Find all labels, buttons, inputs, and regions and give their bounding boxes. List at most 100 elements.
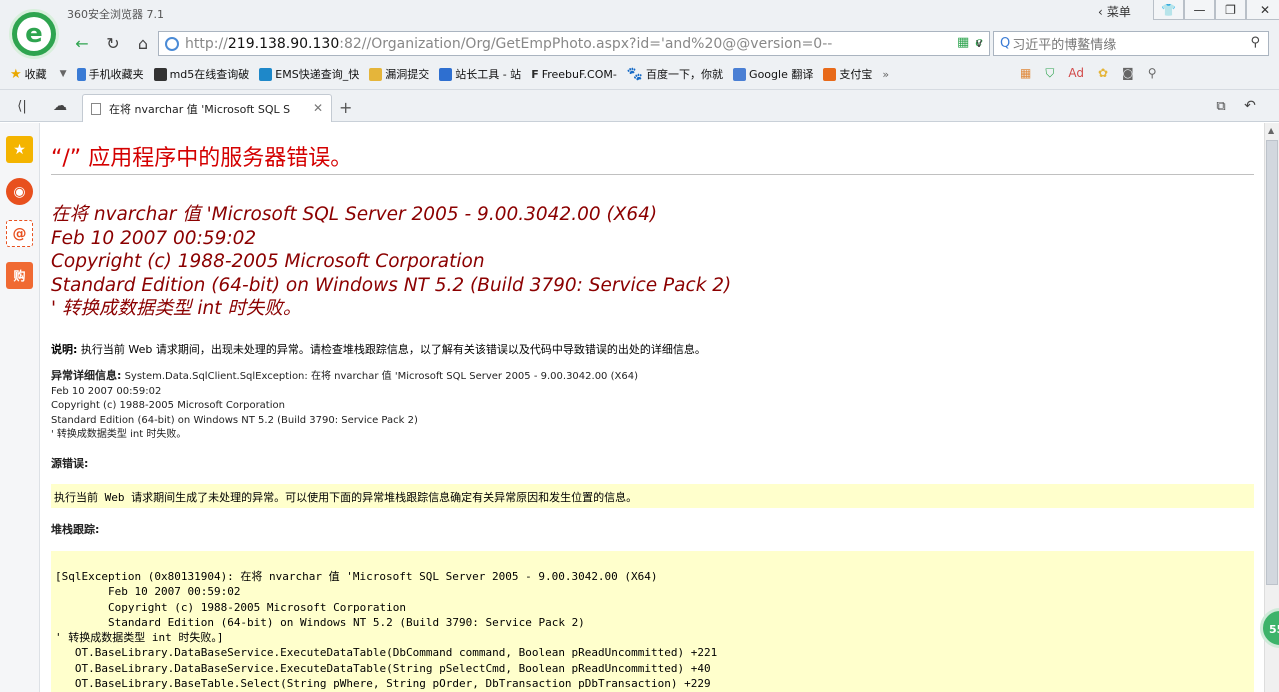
page-content: “/” 应用程序中的服务器错误。 在将 nvarchar 值 'Microsof… <box>51 123 1254 692</box>
exception-line: Copyright (c) 1988-2005 Microsoft Corpor… <box>51 400 285 411</box>
alipay-icon <box>823 67 837 81</box>
favorite-item-ems[interactable]: EMS快递查询_快 <box>259 66 359 82</box>
description: 说明: 执行当前 Web 请求期间，出现未处理的异常。请检查堆栈跟踪信息，以了解… <box>51 341 706 357</box>
favorites-bar: ★ 收藏 ▼ 手机收藏夹 md5在线查询破 EMS快递查询_快 漏洞提交 站长工… <box>0 59 1279 90</box>
close-icon: ✕ <box>1259 2 1271 17</box>
chevron-down-icon: ∨ <box>974 36 984 50</box>
error-line: 在将 nvarchar 值 'Microsoft SQL Server 2005… <box>51 204 658 225</box>
security-icon[interactable]: ⛉ <box>1045 66 1054 81</box>
description-text: 执行当前 Web 请求期间，出现未处理的异常。请检查堆栈跟踪信息，以了解有关该错… <box>77 343 706 356</box>
screenshot-icon[interactable]: ◙ <box>1122 66 1134 81</box>
stack-trace-box: [SqlException (0x80131904): 在将 nvarchar … <box>51 551 1254 692</box>
favorite-item-md5[interactable]: md5在线查询破 <box>153 66 249 82</box>
favorite-item-vuln[interactable]: 漏洞提交 <box>369 66 429 82</box>
minimize-button[interactable]: — <box>1184 0 1215 20</box>
chinaz-icon <box>439 67 453 81</box>
freebuf-icon: F <box>531 67 539 81</box>
favorites-sidebar-icon[interactable]: ★ <box>6 136 33 163</box>
maximize-button[interactable]: ❐ <box>1215 0 1246 20</box>
close-tab-icon[interactable]: ✕ <box>313 101 323 115</box>
email-icon[interactable]: @ <box>6 220 33 247</box>
tab-title: 在将 nvarchar 值 'Microsoft SQL S <box>109 102 291 116</box>
search-icon[interactable]: ⚲ <box>1250 35 1260 50</box>
error-line: Feb 10 2007 00:59:02 <box>51 227 257 249</box>
source-error-box: 执行当前 Web 请求期间生成了未处理的异常。可以使用下面的异常堆栈跟踪信息确定… <box>51 484 1254 508</box>
search-box[interactable]: Q 习近平的博鳌情缘 ⚲ <box>993 31 1269 56</box>
minimize-icon: — <box>1193 2 1206 17</box>
navigation-bar: ← ↻ ⌂ http:// 219.138.90.130 :82//Organi… <box>0 28 1279 59</box>
globe-icon <box>165 36 179 51</box>
description-label: 说明: <box>51 343 78 356</box>
favorite-item-chinaz[interactable]: 站长工具 - 站 <box>439 66 521 82</box>
exception-details: 异常详细信息: System.Data.SqlClient.SqlExcepti… <box>51 369 638 443</box>
favorite-item-alipay[interactable]: 支付宝 <box>823 66 872 82</box>
refresh-button[interactable]: ↻ <box>101 32 125 54</box>
speed-badge[interactable]: 55 <box>1260 608 1279 648</box>
phone-icon <box>76 67 86 81</box>
cloud-icon[interactable]: ☁ <box>48 95 72 117</box>
extension-icon[interactable]: ✿ <box>1098 66 1108 81</box>
skin-button[interactable]: 👕 <box>1153 0 1184 20</box>
chevron-down-icon[interactable]: ▼ <box>60 69 67 79</box>
tab-list-icon[interactable]: ⧉ <box>1209 95 1233 117</box>
exception-line: System.Data.SqlClient.SqlException: 在将 n… <box>121 371 638 382</box>
menu-button[interactable]: ‹ 菜单 <box>1098 3 1131 20</box>
address-dropdown-button[interactable]: ∨ <box>967 32 991 54</box>
ems-icon <box>259 67 273 81</box>
undo-close-icon[interactable]: ↶ <box>1238 95 1262 117</box>
maximize-icon: ❐ <box>1225 2 1236 17</box>
tab-active[interactable]: 在将 nvarchar 值 'Microsoft SQL S ✕ <box>82 94 332 122</box>
scrollbar-thumb[interactable] <box>1266 140 1278 585</box>
app-title: 360安全浏览器 7.1 <box>67 8 164 21</box>
browser-logo[interactable]: e <box>9 9 59 59</box>
zoom-icon[interactable]: ⚲ <box>1148 66 1157 81</box>
adblock-icon[interactable]: Ad <box>1068 66 1084 81</box>
toolbar-extensions: ▦ ⛉ Ad ✿ ◙ ⚲ <box>1020 66 1157 81</box>
home-button[interactable]: ⌂ <box>131 32 155 54</box>
url-path: :82//Organization/Org/GetEmpPhoto.aspx?i… <box>339 35 833 52</box>
new-tab-button[interactable]: + <box>339 98 352 117</box>
error-line: ' 转换成数据类型 int 时失败。 <box>51 298 302 319</box>
page-title: “/” 应用程序中的服务器错误。 <box>51 146 353 171</box>
tab-bar: ⟨| ☁ 在将 nvarchar 值 'Microsoft SQL S ✕ + … <box>0 90 1279 122</box>
folder-icon <box>369 67 383 81</box>
exception-line: Feb 10 2007 00:59:02 <box>51 385 162 397</box>
search-input[interactable]: 习近平的博鳌情缘 <box>1012 34 1116 53</box>
error-line: Standard Edition (64-bit) on Windows NT … <box>51 274 732 296</box>
sidebar-toggle-icon[interactable]: ⟨| <box>10 95 34 117</box>
favorite-item-freebuf[interactable]: F FreebuF.COM- <box>531 68 617 81</box>
apps-icon[interactable]: ▦ <box>1020 66 1031 81</box>
home-icon: ⌂ <box>137 33 149 53</box>
scroll-up-icon[interactable]: ▲ <box>1268 126 1274 135</box>
address-bar[interactable]: http:// 219.138.90.130 :82//Organization… <box>158 31 990 56</box>
error-message: 在将 nvarchar 值 'Microsoft SQL Server 2005… <box>51 203 731 321</box>
error-line: Copyright (c) 1988-2005 Microsoft Corpor… <box>51 251 485 272</box>
menu-label: 菜单 <box>1106 5 1131 19</box>
shirt-icon: 👕 <box>1161 2 1176 17</box>
favorite-item-google-translate[interactable]: Google 翻译 <box>733 66 813 82</box>
document-icon <box>91 102 101 115</box>
more-favorites-icon[interactable]: » <box>882 68 889 81</box>
shopping-icon[interactable]: 购 <box>6 262 33 289</box>
search-engine-icon[interactable]: Q <box>1000 36 1010 51</box>
refresh-icon: ↻ <box>106 33 120 53</box>
window-controls: 👕 — ❐ ✕ <box>1153 0 1279 20</box>
grid-icon <box>153 67 167 81</box>
logo-e-icon: e <box>17 17 51 51</box>
google-translate-icon <box>733 67 747 81</box>
weibo-icon[interactable]: ◉ <box>6 178 33 205</box>
title-bar: 360安全浏览器 7.1 ‹ 菜单 👕 — ❐ ✕ <box>0 0 1279 28</box>
url-protocol: http:// <box>185 35 228 52</box>
star-icon: ★ <box>10 66 22 82</box>
chevron-left-icon: ‹ <box>1098 4 1103 19</box>
back-button[interactable]: ← <box>70 32 94 54</box>
source-error-label: 源错误: <box>51 457 89 470</box>
exception-label: 异常详细信息: <box>51 369 122 382</box>
exception-line: Standard Edition (64-bit) on Windows NT … <box>51 414 418 426</box>
vertical-scrollbar[interactable]: ▲ <box>1264 123 1279 692</box>
favorite-item-collect[interactable]: ★ 收藏 ▼ <box>10 66 67 82</box>
close-button[interactable]: ✕ <box>1246 0 1279 20</box>
url-host: 219.138.90.130 <box>227 35 340 52</box>
favorite-item-mobile[interactable]: 手机收藏夹 <box>76 66 144 82</box>
favorite-item-baidu[interactable]: 🐾 百度一下，你就 <box>627 66 723 82</box>
